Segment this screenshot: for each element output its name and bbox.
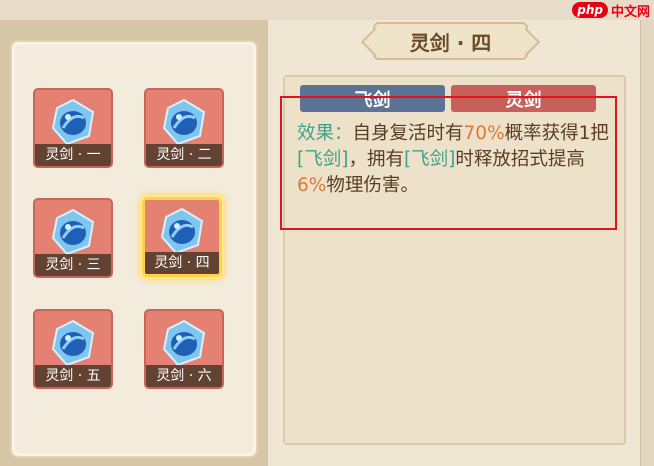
blue-gem-icon xyxy=(51,208,95,256)
panel-edge xyxy=(640,20,654,466)
skill-title: 灵剑 · 四 xyxy=(373,22,528,60)
blue-gem-icon xyxy=(160,207,204,255)
skill-slot-2[interactable]: 灵剑 · 二 xyxy=(144,88,224,168)
skill-slot-3[interactable]: 灵剑 · 三 xyxy=(33,198,113,278)
slot-label: 灵剑 · 六 xyxy=(146,365,222,387)
skill-title-text: 灵剑 · 四 xyxy=(409,30,492,55)
watermark-site: 中文网 xyxy=(610,4,650,20)
highlight-annotation-box xyxy=(280,96,617,230)
php-logo-icon: php xyxy=(572,2,608,18)
blue-gem-icon xyxy=(162,98,206,146)
skill-slot-6[interactable]: 灵剑 · 六 xyxy=(144,309,224,389)
blue-gem-icon xyxy=(162,319,206,367)
slot-label: 灵剑 · 一 xyxy=(35,144,111,166)
skill-slot-4[interactable]: 灵剑 · 四 xyxy=(142,197,222,277)
blue-gem-icon xyxy=(51,98,95,146)
blue-gem-icon xyxy=(51,319,95,367)
slot-label: 灵剑 · 五 xyxy=(35,365,111,387)
skill-slot-5[interactable]: 灵剑 · 五 xyxy=(33,309,113,389)
slot-label: 灵剑 · 四 xyxy=(145,252,219,274)
skill-slot-1[interactable]: 灵剑 · 一 xyxy=(33,88,113,168)
slot-label: 灵剑 · 三 xyxy=(35,254,111,276)
slot-label: 灵剑 · 二 xyxy=(146,144,222,166)
watermark: php 中文网 xyxy=(572,0,650,20)
